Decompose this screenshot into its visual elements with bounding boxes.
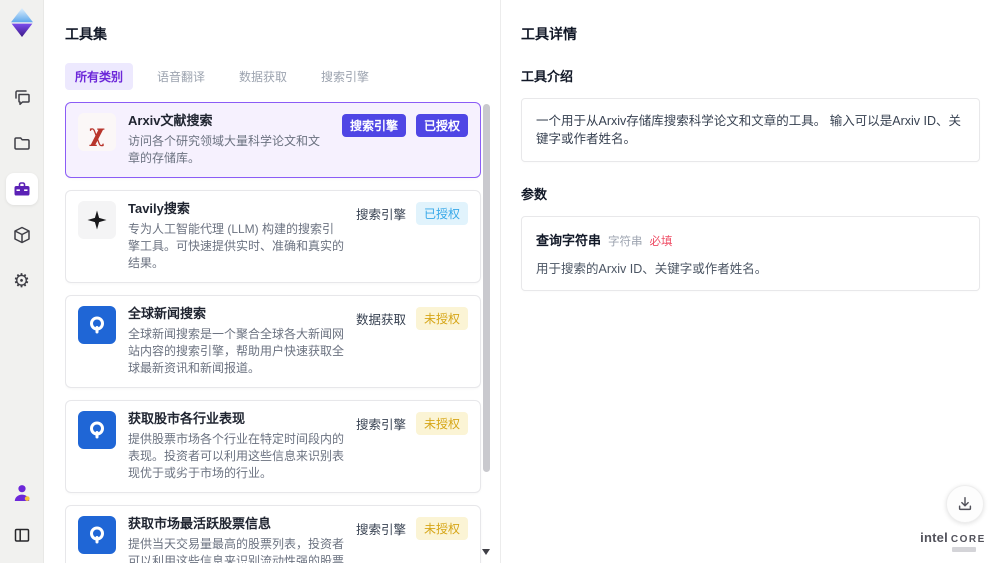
card-badges: 搜索引擎 未授权 bbox=[356, 516, 468, 540]
card-badges: 数据获取 未授权 bbox=[356, 306, 468, 330]
tool-description: 提供当天交易量最高的股票列表，投资者可以利用这些信息来识别流动性强的股票和潜在的… bbox=[128, 537, 345, 563]
active-stocks-icon bbox=[78, 516, 116, 554]
intro-text: 一个用于从Arxiv存储库搜索科学论文和文章的工具。 输入可以是Arxiv ID… bbox=[536, 114, 962, 146]
tool-description: 全球新闻搜索是一个聚合全球各大新闻网站内容的搜索引擎，帮助用户快速获取全球最新资… bbox=[128, 327, 345, 375]
tool-description: 访问各个研究领域大量科学论文和文章的存储库。 bbox=[128, 134, 321, 165]
tab-data-fetch[interactable]: 数据获取 bbox=[229, 63, 297, 90]
settings-nav-button[interactable]: ⚙ bbox=[6, 265, 38, 297]
tool-card-arxiv[interactable]: χ Arxiv文献搜索 访问各个研究领域大量科学论文和文章的存储库。 搜索引擎 … bbox=[65, 102, 481, 178]
news-search-icon bbox=[78, 306, 116, 344]
page-title: 工具集 bbox=[65, 26, 107, 42]
user-account-button[interactable] bbox=[6, 477, 38, 509]
rail-nav: ⚙ bbox=[5, 81, 38, 297]
tools-nav-button[interactable] bbox=[5, 173, 38, 205]
intel-wordmark: intel bbox=[920, 530, 948, 545]
tool-card-global-news[interactable]: 全球新闻搜索 全球新闻搜索是一个聚合全球各大新闻网站内容的搜索引擎，帮助用户快速… bbox=[65, 295, 481, 388]
auth-status-badge: 未授权 bbox=[415, 307, 468, 330]
toolbox-icon bbox=[14, 182, 29, 196]
intro-box: 一个用于从Arxiv存储库搜索科学论文和文章的工具。 输入可以是Arxiv ID… bbox=[521, 98, 980, 162]
tool-name: 全球新闻搜索 bbox=[128, 306, 207, 321]
tool-list: χ Arxiv文献搜索 访问各个研究领域大量科学论文和文章的存储库。 搜索引擎 … bbox=[65, 102, 490, 563]
tab-all-categories[interactable]: 所有类别 bbox=[65, 63, 134, 90]
card-body: 全球新闻搜索 全球新闻搜索是一个聚合全球各大新闻网站内容的搜索引擎，帮助用户快速… bbox=[128, 306, 356, 377]
category-badge: 搜索引擎 bbox=[341, 114, 406, 137]
tool-name: 获取市场最活跃股票信息 bbox=[128, 516, 272, 531]
tool-card-most-active-stocks[interactable]: 获取市场最活跃股票信息 提供当天交易量最高的股票列表，投资者可以利用这些信息来识… bbox=[65, 505, 481, 563]
card-badges: 搜索引擎 未授权 bbox=[356, 411, 468, 435]
param-header: 查询字符串 字符串 必填 bbox=[536, 230, 965, 249]
arxiv-icon: χ bbox=[78, 113, 116, 151]
projects-nav-button[interactable] bbox=[6, 127, 38, 159]
user-icon bbox=[14, 485, 30, 501]
main-area: 工具集 所有类别 语音翻译 数据获取 搜索引擎 χ Arxiv文献搜索 访问各个… bbox=[44, 0, 1000, 563]
intel-core-logo: intel CORE bbox=[918, 530, 988, 552]
download-icon bbox=[958, 496, 972, 511]
tool-name: Arxiv文献搜索 bbox=[128, 113, 213, 128]
tool-list-panel: 工具集 所有类别 语音翻译 数据获取 搜索引擎 χ Arxiv文献搜索 访问各个… bbox=[44, 0, 500, 563]
chat-nav-button[interactable] bbox=[6, 81, 38, 113]
tab-voice-translation[interactable]: 语音翻译 bbox=[147, 63, 215, 90]
params-heading: 参数 bbox=[521, 187, 548, 202]
intel-core-text: intel CORE bbox=[918, 530, 988, 545]
tool-cards: χ Arxiv文献搜索 访问各个研究领域大量科学论文和文章的存储库。 搜索引擎 … bbox=[65, 102, 481, 563]
param-type: 字符串 bbox=[608, 236, 643, 248]
tavily-icon bbox=[78, 201, 116, 239]
panel-toggle-button[interactable] bbox=[6, 519, 38, 551]
card-body: Arxiv文献搜索 访问各个研究领域大量科学论文和文章的存储库。 bbox=[128, 113, 342, 167]
settings-icon: ⚙ bbox=[12, 270, 31, 292]
stock-sector-icon bbox=[78, 411, 116, 449]
models-nav-button[interactable] bbox=[6, 219, 38, 251]
auth-status-badge: 未授权 bbox=[415, 517, 468, 540]
tool-description: 专为人工智能代理 (LLM) 构建的搜索引擎工具。可快速提供实时、准确和真实的结… bbox=[128, 222, 345, 270]
param-required-flag: 必填 bbox=[649, 236, 673, 248]
crystal-logo-bottom bbox=[11, 23, 32, 37]
card-badges: 搜索引擎 已授权 bbox=[341, 113, 468, 137]
card-body: Tavily搜索 专为人工智能代理 (LLM) 构建的搜索引擎工具。可快速提供实… bbox=[128, 201, 356, 272]
list-scrollbar-thumb[interactable] bbox=[483, 104, 490, 472]
arxiv-glyph: χ bbox=[89, 117, 105, 147]
folder-icon bbox=[13, 137, 30, 150]
intel-logo-subbar bbox=[952, 547, 976, 552]
tool-card-sector-performance[interactable]: 获取股市各行业表现 提供股票市场各个行业在特定时间段内的表现。投资者可以利用这些… bbox=[65, 400, 481, 493]
auth-status-badge: 已授权 bbox=[415, 114, 468, 137]
left-rail: ⚙ bbox=[0, 0, 44, 563]
tool-description: 提供股票市场各个行业在特定时间段内的表现。投资者可以利用这些信息来识别表现优于或… bbox=[128, 432, 345, 480]
card-body: 获取股市各行业表现 提供股票市场各个行业在特定时间段内的表现。投资者可以利用这些… bbox=[128, 411, 356, 482]
tool-name: Tavily搜索 bbox=[128, 201, 190, 216]
category-label: 搜索引擎 bbox=[355, 418, 406, 432]
auth-status-badge: 未授权 bbox=[415, 412, 468, 435]
param-box: 查询字符串 字符串 必填 用于搜索的Arxiv ID、关键字或作者姓名。 bbox=[521, 216, 980, 291]
panel-toggle-icon bbox=[14, 528, 29, 542]
tool-card-tavily[interactable]: Tavily搜索 专为人工智能代理 (LLM) 构建的搜索引擎工具。可快速提供实… bbox=[65, 190, 481, 283]
auth-status-badge: 已授权 bbox=[415, 202, 468, 225]
param-name: 查询字符串 bbox=[536, 233, 602, 248]
param-description: 用于搜索的Arxiv ID、关键字或作者姓名。 bbox=[536, 262, 768, 276]
tool-name: 获取股市各行业表现 bbox=[128, 411, 246, 426]
category-label: 搜索引擎 bbox=[355, 208, 406, 222]
tool-detail-panel: 工具详情 工具介绍 一个用于从Arxiv存储库搜索科学论文和文章的工具。 输入可… bbox=[500, 0, 1000, 563]
package-icon bbox=[13, 226, 30, 244]
intro-heading: 工具介绍 bbox=[521, 69, 574, 84]
category-tabs: 所有类别 语音翻译 数据获取 搜索引擎 bbox=[65, 63, 500, 90]
category-label: 数据获取 bbox=[355, 313, 406, 327]
card-body: 获取市场最活跃股票信息 提供当天交易量最高的股票列表，投资者可以利用这些信息来识… bbox=[128, 516, 356, 563]
card-badges: 搜索引擎 已授权 bbox=[356, 201, 468, 225]
core-wordmark: CORE bbox=[950, 534, 986, 545]
rail-bottom bbox=[6, 477, 38, 551]
download-button[interactable] bbox=[946, 485, 984, 523]
category-label: 搜索引擎 bbox=[355, 523, 406, 537]
app-logo bbox=[8, 7, 36, 39]
tab-search-engine[interactable]: 搜索引擎 bbox=[311, 63, 379, 90]
scroll-down-arrow[interactable] bbox=[482, 549, 490, 555]
chat-icon bbox=[14, 90, 30, 106]
detail-title: 工具详情 bbox=[521, 26, 577, 42]
crystal-logo-top bbox=[10, 8, 33, 23]
